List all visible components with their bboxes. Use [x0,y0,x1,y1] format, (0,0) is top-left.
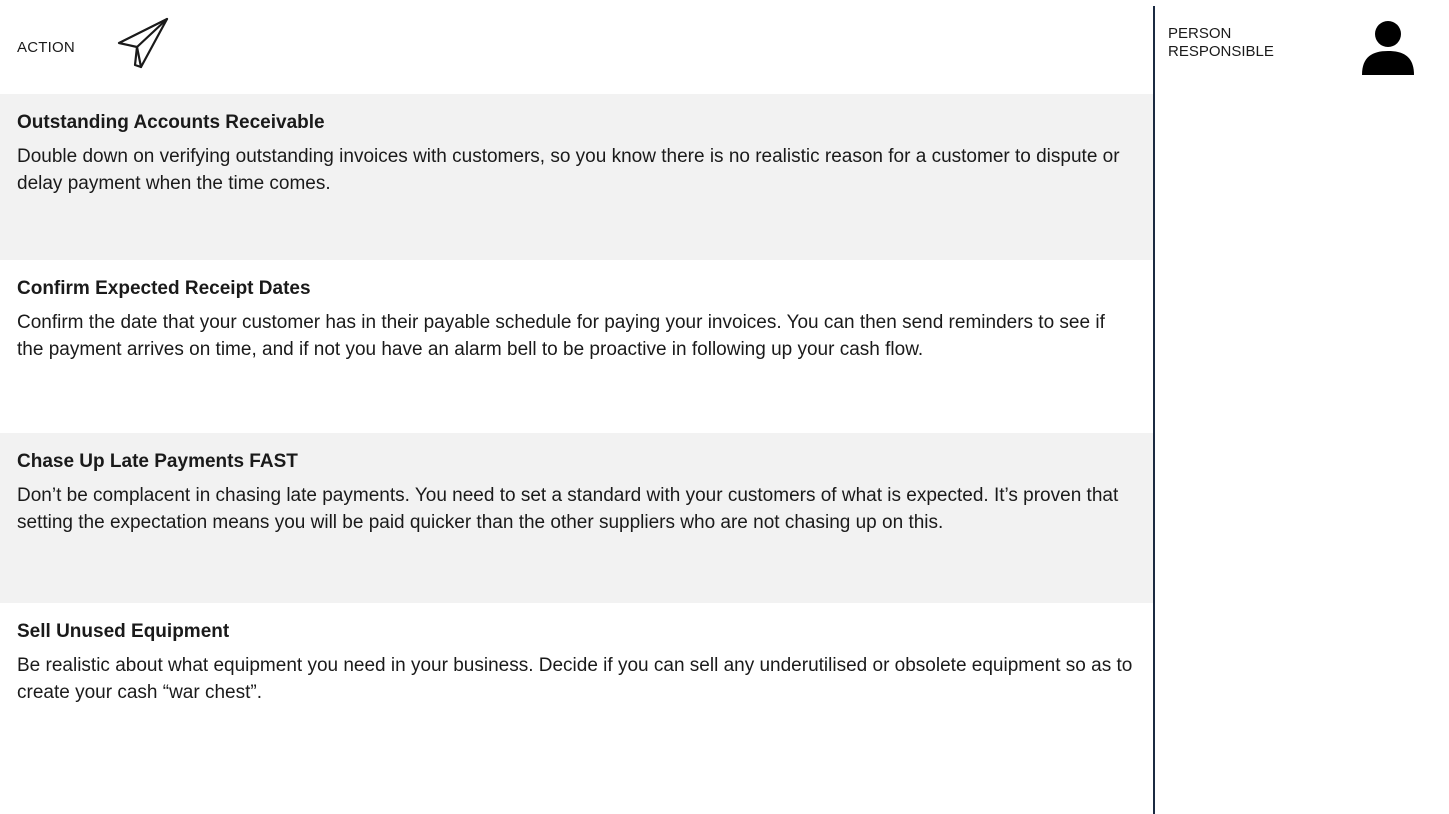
person-label-line1: PERSON [1168,25,1232,42]
action-row-outstanding-accounts: Outstanding Accounts Receivable Double d… [0,94,1153,260]
column-divider [1153,6,1155,814]
paper-plane-icon [117,17,168,69]
action-header: ACTION [17,0,173,94]
row-title: Outstanding Accounts Receivable [17,112,325,133]
action-row-sell-unused-equipment: Sell Unused Equipment Be realistic about… [0,603,1153,814]
row-title: Chase Up Late Payments FAST [17,451,298,472]
row-description: Don’t be complacent in chasing late paym… [17,485,1119,533]
action-row-chase-late-payments: Chase Up Late Payments FAST Don’t be com… [0,433,1153,603]
person-responsible-label: PERSON RESPONSIBLE [1168,25,1318,61]
person-responsible-header: PERSON RESPONSIBLE [1168,21,1438,82]
row-description: Confirm the date that your customer has … [17,312,1105,360]
person-icon [1362,21,1414,75]
action-header-label: ACTION [17,38,75,56]
person-label-line2: RESPONSIBLE [1168,43,1274,60]
action-row-confirm-receipt-dates: Confirm Expected Receipt Dates Confirm t… [0,260,1153,433]
row-title: Confirm Expected Receipt Dates [17,278,311,299]
row-description: Double down on verifying outstanding inv… [17,146,1120,194]
row-description: Be realistic about what equipment you ne… [17,655,1133,703]
row-title: Sell Unused Equipment [17,621,230,642]
